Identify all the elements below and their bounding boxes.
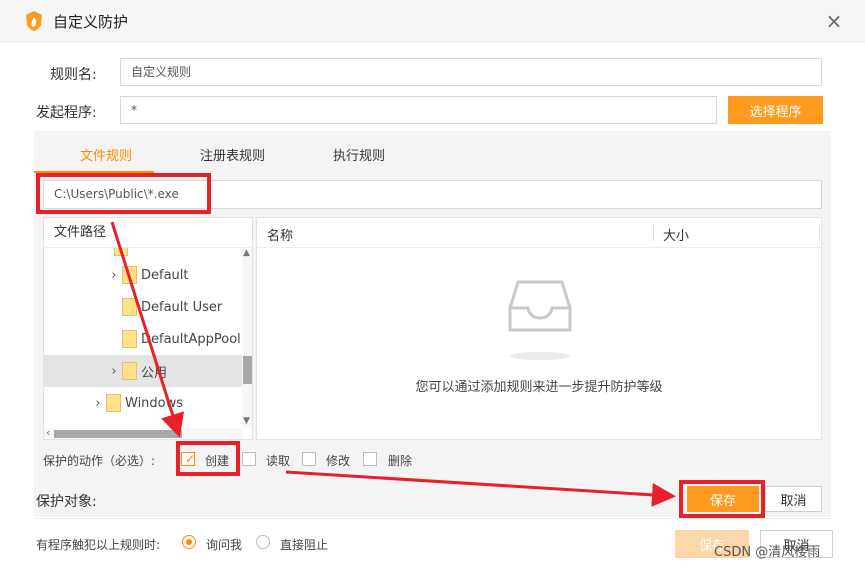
rule-name-input[interactable]: 自定义规则	[120, 58, 822, 86]
folder-icon	[114, 248, 128, 256]
column-name[interactable]: 名称	[267, 225, 293, 244]
actions-label: 保护的动作（必选）:	[43, 454, 156, 468]
chevron-right-icon[interactable]: ›	[108, 268, 120, 283]
tree-horizontal-scrollbar[interactable]: ‹	[44, 426, 242, 439]
tree-item[interactable]: › Windows	[44, 387, 242, 419]
column-divider	[653, 225, 654, 241]
tree-item[interactable]: Default User	[44, 291, 242, 323]
process-input[interactable]: *	[120, 96, 717, 124]
tree-header: 文件路径	[44, 218, 252, 248]
action-delete-label[interactable]: 删除	[388, 452, 412, 469]
action-delete-checkbox[interactable]	[363, 452, 377, 466]
tree-item-selected[interactable]: › 公用	[44, 355, 242, 387]
watermark: CSDN @清风楼雨	[714, 545, 821, 560]
tree-item[interactable]: › Default	[44, 259, 242, 291]
scroll-up-icon[interactable]: ▲	[243, 248, 250, 258]
folder-icon	[122, 266, 137, 284]
radio-block[interactable]	[256, 535, 270, 549]
folder-icon	[122, 362, 137, 380]
inner-cancel-button[interactable]: 取消	[765, 486, 822, 512]
annotation-box-path	[36, 173, 211, 214]
title-bar: 自定义防护 ×	[0, 0, 865, 42]
radio-dot	[186, 539, 192, 545]
process-label: 发起程序:	[36, 105, 97, 121]
tree-item-label: Default User	[141, 299, 223, 315]
radio-ask-me[interactable]	[182, 535, 196, 549]
action-read-label[interactable]: 读取	[266, 452, 290, 469]
tree-item-label: Windows	[125, 395, 184, 411]
action-read-checkbox[interactable]	[242, 452, 256, 466]
annotation-box-save	[679, 480, 765, 518]
column-divider	[819, 225, 820, 241]
chevron-right-icon[interactable]: ›	[108, 364, 120, 379]
folder-icon	[106, 394, 121, 412]
violation-label: 有程序触犯以上规则时:	[36, 538, 161, 552]
rule-name-label: 规则名:	[50, 67, 97, 83]
tab-exec-rules[interactable]: 执行规则	[333, 145, 385, 164]
tree-item-label: 公用	[141, 365, 168, 381]
radio-block-label[interactable]: 直接阻止	[280, 536, 328, 553]
radio-ask-me-label[interactable]: 询问我	[206, 536, 242, 553]
tree-vertical-scroll-thumb[interactable]	[243, 356, 252, 384]
file-list: 名称 大小 您可以通过添加规则来进一步提升防护等级	[256, 217, 822, 440]
action-modify-label[interactable]: 修改	[326, 452, 350, 469]
select-program-button[interactable]: 选择程序	[728, 96, 823, 124]
tab-registry-rules[interactable]: 注册表规则	[200, 145, 265, 164]
protect-target-label: 保护对象:	[36, 494, 97, 510]
chevron-right-icon[interactable]: ›	[92, 396, 104, 411]
empty-inbox-icon	[508, 280, 572, 360]
shield-flame-icon	[26, 11, 42, 31]
folder-icon	[122, 298, 137, 316]
column-size[interactable]: 大小	[663, 225, 689, 244]
folder-icon	[122, 330, 137, 348]
action-modify-checkbox[interactable]	[302, 452, 316, 466]
tree-vertical-scrollbar[interactable]: ▲ ▼	[242, 248, 252, 428]
tab-file-rules[interactable]: 文件规则	[80, 145, 132, 164]
divider	[34, 518, 831, 519]
empty-state-message: 您可以通过添加规则来进一步提升防护等级	[415, 380, 663, 395]
tree-item-label: DefaultAppPool	[141, 331, 241, 347]
file-list-header: 名称 大小	[257, 218, 821, 248]
scroll-down-icon[interactable]: ▼	[243, 416, 250, 426]
close-icon[interactable]: ×	[822, 9, 846, 33]
tree-horizontal-scroll-thumb[interactable]	[54, 430, 182, 438]
scroll-left-icon[interactable]: ‹	[46, 426, 50, 439]
tree-item[interactable]: DefaultAppPool	[44, 323, 242, 355]
window-title: 自定义防护	[53, 13, 129, 31]
folder-tree[interactable]: 文件路径 › Default Default User DefaultAppPo…	[43, 217, 253, 440]
annotation-box-create	[176, 441, 240, 476]
tree-item-label: Default	[141, 267, 189, 283]
